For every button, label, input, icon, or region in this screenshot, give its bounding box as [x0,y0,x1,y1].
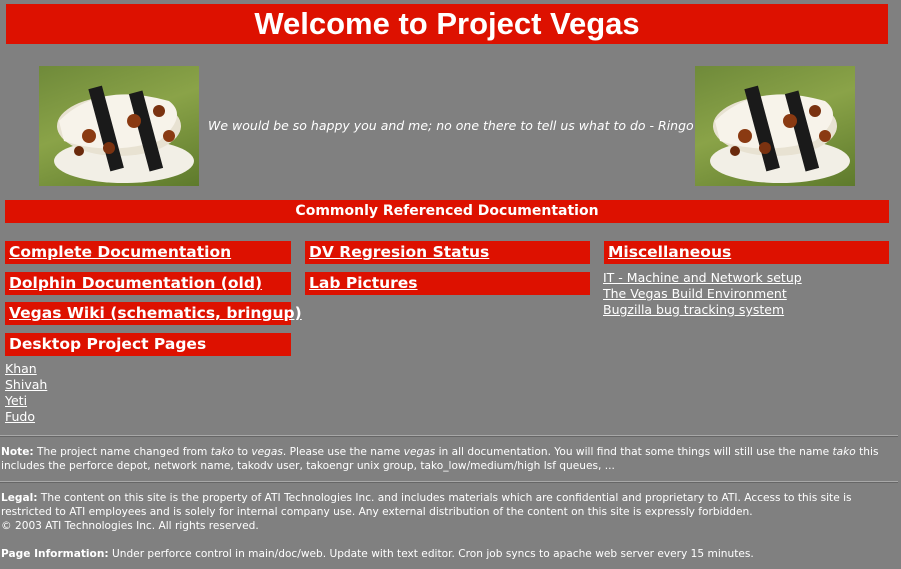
copyright-text: © 2003 ATI Technologies Inc. All rights … [1,520,259,532]
desktop-link-fudo[interactable]: Fudo [5,409,47,425]
note-label: Note: [1,446,34,458]
legal-paragraph: Legal: The content on this site is the p… [1,491,897,533]
lab-pictures-heading: Lab Pictures [305,272,590,295]
desktop-pages-heading: Desktop Project Pages [5,333,291,356]
misc-link-it-setup[interactable]: IT - Machine and Network setup [603,270,802,286]
dolphin-docs-link[interactable]: Dolphin Documentation (old) [9,274,262,292]
note-text: to [234,446,252,458]
wiki-link[interactable]: Vegas Wiki (schematics, bringup) [9,304,302,322]
desktop-links-list: Khan Shivah Yeti Fudo [5,361,47,425]
complete-docs-heading: Complete Documentation [5,241,291,264]
dv-status-heading: DV Regresion Status [305,241,590,264]
lab-pictures-link[interactable]: Lab Pictures [309,274,418,292]
note-text: in all documentation. You will find that… [435,446,833,458]
legal-label: Legal: [1,492,38,504]
sushi-image-left [39,66,199,186]
misc-link[interactable]: Miscellaneous [608,243,731,261]
note-old-name: tako [210,446,234,458]
page-info-text: Under perforce control in main/doc/web. … [108,548,754,560]
misc-heading: Miscellaneous [604,241,889,264]
divider [0,481,898,483]
misc-link-build-env[interactable]: The Vegas Build Environment [603,286,802,302]
page-info-paragraph: Page Information: Under perforce control… [1,547,897,561]
note-new-name: vegas [251,446,283,458]
banner-quote: We would be so happy you and me; no one … [208,118,724,133]
legal-text: The content on this site is the property… [1,492,852,518]
desktop-link-khan[interactable]: Khan [5,361,47,377]
sushi-image-right [695,66,855,186]
divider [0,435,898,437]
note-text: The project name changed from [33,446,211,458]
misc-link-bugzilla[interactable]: Bugzilla bug tracking system [603,302,802,318]
misc-links-list: IT - Machine and Network setup The Vegas… [603,270,802,318]
dv-status-link[interactable]: DV Regresion Status [309,243,489,261]
page-title: Welcome to Project Vegas [6,4,888,44]
wiki-heading: Vegas Wiki (schematics, bringup) [5,302,302,325]
complete-docs-link[interactable]: Complete Documentation [9,243,231,261]
note-text: . Please use the name [282,446,404,458]
desktop-link-yeti[interactable]: Yeti [5,393,47,409]
note-paragraph: Note: The project name changed from tako… [1,445,897,473]
note-old-name: tako [832,446,856,458]
dolphin-docs-heading: Dolphin Documentation (old) [5,272,291,295]
page-info-label: Page Information: [1,548,109,560]
note-new-name: vegas [403,446,436,458]
desktop-link-shivah[interactable]: Shivah [5,377,47,393]
section-heading: Commonly Referenced Documentation [5,200,889,223]
